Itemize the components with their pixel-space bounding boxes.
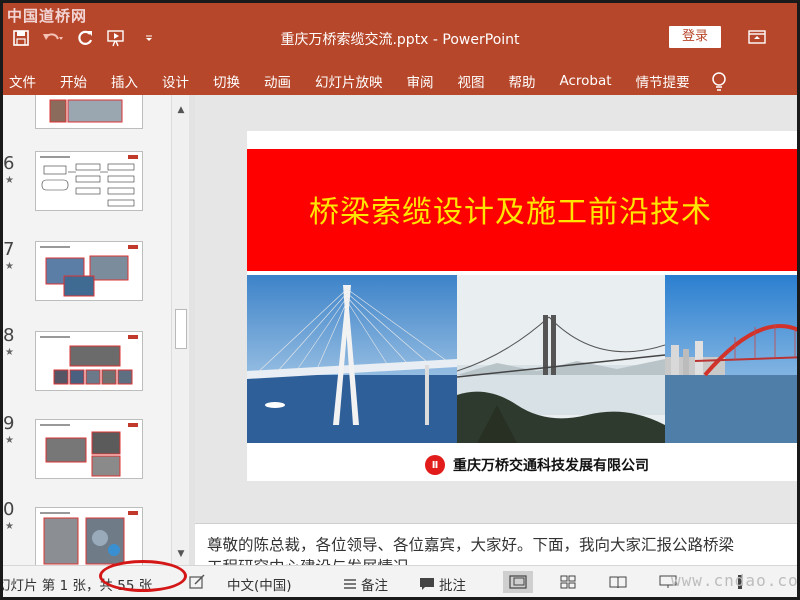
slide-thumbnail[interactable] xyxy=(35,95,143,129)
slide-number: 0 xyxy=(3,499,15,520)
notes-label: 备注 xyxy=(361,578,388,594)
tab-file[interactable]: 文件 xyxy=(3,71,48,91)
site-watermark: 中国道桥网 xyxy=(7,7,88,25)
slide-thumbnail[interactable] xyxy=(35,331,143,391)
speaker-notes[interactable]: 尊敬的陈总裁，各位领导、各位嘉宾，大家好。下面，我向大家汇报公路桥梁 工程研究中… xyxy=(195,523,797,565)
spelling-check-icon[interactable] xyxy=(189,574,205,590)
highlight-annotation-oval xyxy=(99,560,187,592)
slide-number: 6 xyxy=(3,153,15,174)
slide-transition-star-icon: ★ xyxy=(5,521,14,532)
company-line: Ⅱ 重庆万桥交通科技发展有限公司 xyxy=(425,455,649,475)
login-button[interactable]: 登录 xyxy=(669,26,721,48)
company-logo-icon: Ⅱ xyxy=(425,455,445,475)
tab-transitions[interactable]: 切换 xyxy=(201,71,252,91)
site-watermark: www.cndao.com xyxy=(671,571,800,590)
title-bar: 重庆万桥索缆交流.pptx - PowerPoint 登录 xyxy=(3,3,797,67)
tab-acrobat[interactable]: Acrobat xyxy=(548,73,624,89)
notes-line: 尊敬的陈总裁，各位领导、各位嘉宾，大家好。下面，我向大家汇报公路桥梁 xyxy=(207,536,735,554)
ribbon-tabs: 文件 开始 插入 设计 切换 动画 幻灯片放映 审阅 视图 帮助 Acrobat… xyxy=(3,67,797,95)
comments-label: 批注 xyxy=(439,578,466,594)
powerpoint-window: 重庆万桥索缆交流.pptx - PowerPoint 登录 中国道桥网 文件 开… xyxy=(0,0,800,600)
reading-view-icon[interactable] xyxy=(603,571,633,593)
slide-thumbnail[interactable] xyxy=(35,419,143,479)
slide-thumbnail[interactable] xyxy=(35,241,143,301)
bridge-photo xyxy=(457,275,665,443)
tab-review[interactable]: 审阅 xyxy=(395,71,446,91)
slide-number: 9 xyxy=(3,413,15,434)
notes-line: 工程研究中心建设与发展情况 xyxy=(207,556,797,565)
thumbnail-scrollbar[interactable]: ▲ ▼ xyxy=(171,95,189,565)
company-name[interactable]: 重庆万桥交通科技发展有限公司 xyxy=(453,455,649,475)
comment-icon xyxy=(420,578,434,590)
tab-view[interactable]: 视图 xyxy=(446,71,497,91)
slide-number: 7 xyxy=(3,239,15,260)
tell-me-lightbulb-icon[interactable] xyxy=(710,72,728,91)
slide-sorter-view-icon[interactable] xyxy=(553,571,583,593)
tab-storyboarding[interactable]: 情节提要 xyxy=(624,71,702,91)
slide-title[interactable]: 桥梁索缆设计及施工前沿技术 xyxy=(309,187,712,231)
scroll-up-arrow-icon[interactable]: ▲ xyxy=(174,103,188,117)
tab-insert[interactable]: 插入 xyxy=(99,71,150,91)
slide-editing-area: 桥梁索缆设计及施工前沿技术 Ⅱ 重庆万桥交通科技发展有限公司 xyxy=(195,95,797,523)
ribbon-display-options-icon[interactable] xyxy=(747,28,767,46)
tab-home[interactable]: 开始 xyxy=(48,71,99,91)
slide-thumbnail-pane: 6 ★ 7 ★ 8 ★ 9 ★ 0 ★ xyxy=(3,95,173,565)
comments-button[interactable]: 批注 xyxy=(419,574,466,594)
slide-transition-star-icon: ★ xyxy=(5,435,14,446)
normal-view-icon[interactable] xyxy=(503,571,533,593)
slide-thumbnail[interactable] xyxy=(35,151,143,211)
bridge-photo xyxy=(665,275,797,443)
slide-number: 8 xyxy=(3,325,15,346)
slide-thumbnail[interactable] xyxy=(35,507,143,565)
slide-transition-star-icon: ★ xyxy=(5,261,14,272)
slide-transition-star-icon: ★ xyxy=(5,347,14,358)
notes-button[interactable]: 备注 xyxy=(343,574,388,594)
tab-animations[interactable]: 动画 xyxy=(252,71,303,91)
slide-transition-star-icon: ★ xyxy=(5,175,14,186)
tab-slideshow[interactable]: 幻灯片放映 xyxy=(303,71,395,91)
bridge-photo xyxy=(247,275,457,443)
language-indicator[interactable]: 中文(中国) xyxy=(227,574,292,594)
tab-design[interactable]: 设计 xyxy=(150,71,201,91)
scroll-down-arrow-icon[interactable]: ▼ xyxy=(174,547,188,561)
notes-icon xyxy=(344,579,356,589)
scrollbar-thumb[interactable] xyxy=(175,309,187,349)
current-slide[interactable]: 桥梁索缆设计及施工前沿技术 Ⅱ 重庆万桥交通科技发展有限公司 xyxy=(247,131,797,481)
tab-help[interactable]: 帮助 xyxy=(497,71,548,91)
